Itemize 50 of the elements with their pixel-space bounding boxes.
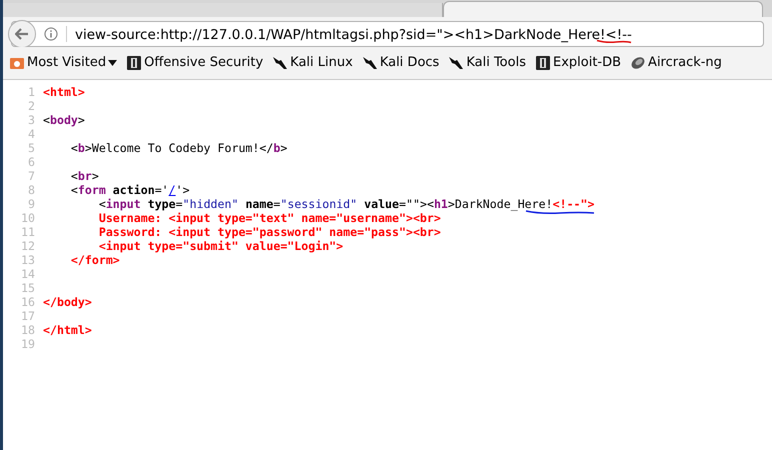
back-button[interactable] bbox=[8, 20, 36, 48]
dragon-icon bbox=[272, 55, 288, 71]
line-number: 2 bbox=[27, 99, 36, 113]
line-number: 18 bbox=[20, 323, 36, 337]
source-code-line: <body> bbox=[43, 113, 85, 127]
site-icon bbox=[534, 55, 551, 71]
dropdown-caret-icon bbox=[108, 60, 118, 66]
line-number: 17 bbox=[20, 309, 36, 323]
satellite-dish-icon bbox=[630, 55, 646, 71]
source-code-line: <input type="hidden" name="sessionid" value=""><h1>DarkNode_Here!<!--"> bbox=[98, 197, 594, 211]
line-number: 15 bbox=[20, 281, 36, 295]
source-code-line: </html> bbox=[43, 323, 92, 337]
line-number: 4 bbox=[27, 127, 36, 141]
dragon-icon bbox=[448, 55, 464, 71]
source-code-line: </body> bbox=[43, 295, 92, 309]
line-number: 1 bbox=[27, 85, 36, 99]
bookmark-link[interactable]: Aircrack-ng bbox=[630, 53, 722, 73]
source-code-line: <input type="submit" value="Login"> bbox=[98, 239, 344, 253]
line-number: 5 bbox=[27, 141, 36, 155]
bookmark-link[interactable]: Exploit-DB bbox=[534, 53, 622, 73]
source-code-line: <br> bbox=[70, 169, 99, 183]
line-number: 13 bbox=[20, 253, 36, 267]
line-number: 16 bbox=[20, 295, 36, 309]
line-number: 10 bbox=[20, 211, 36, 225]
line-number: 7 bbox=[27, 169, 36, 183]
site-icon bbox=[126, 55, 142, 71]
bookmark-link[interactable]: Offensive Security bbox=[126, 53, 264, 73]
dragon-icon bbox=[362, 55, 378, 71]
bookmark-link[interactable]: Kali Tools bbox=[448, 53, 526, 73]
bookmark-link[interactable]: Kali Linux bbox=[272, 53, 353, 73]
underline-mark bbox=[596, 39, 632, 44]
line-number: 3 bbox=[27, 113, 36, 127]
source-code-line: <html> bbox=[43, 85, 85, 99]
bookmarks-menu-button[interactable]: Most Visited bbox=[9, 53, 118, 73]
line-number: 12 bbox=[20, 239, 36, 253]
line-number: 6 bbox=[27, 155, 36, 169]
line-number: 9 bbox=[27, 197, 36, 211]
source-code-line: Password: <input type="password" name="pass"><br> bbox=[98, 225, 441, 239]
line-number: 14 bbox=[20, 267, 36, 281]
source-code-line: Username: <input type="text" name="username"><br> bbox=[98, 211, 441, 225]
line-number: 11 bbox=[20, 225, 36, 239]
bookmark-link[interactable]: Kali Docs bbox=[362, 53, 440, 73]
back-arrow-icon bbox=[15, 28, 29, 40]
source-code-line: <form action='/'> bbox=[70, 183, 190, 197]
source-code-line: <b>Welcome To Codeby Forum!</b> bbox=[70, 141, 288, 155]
info-icon[interactable] bbox=[44, 27, 58, 41]
line-number: 8 bbox=[27, 183, 36, 197]
line-number: 19 bbox=[20, 337, 36, 351]
underline-mark bbox=[524, 210, 594, 215]
source-code-line: </form> bbox=[70, 253, 120, 267]
